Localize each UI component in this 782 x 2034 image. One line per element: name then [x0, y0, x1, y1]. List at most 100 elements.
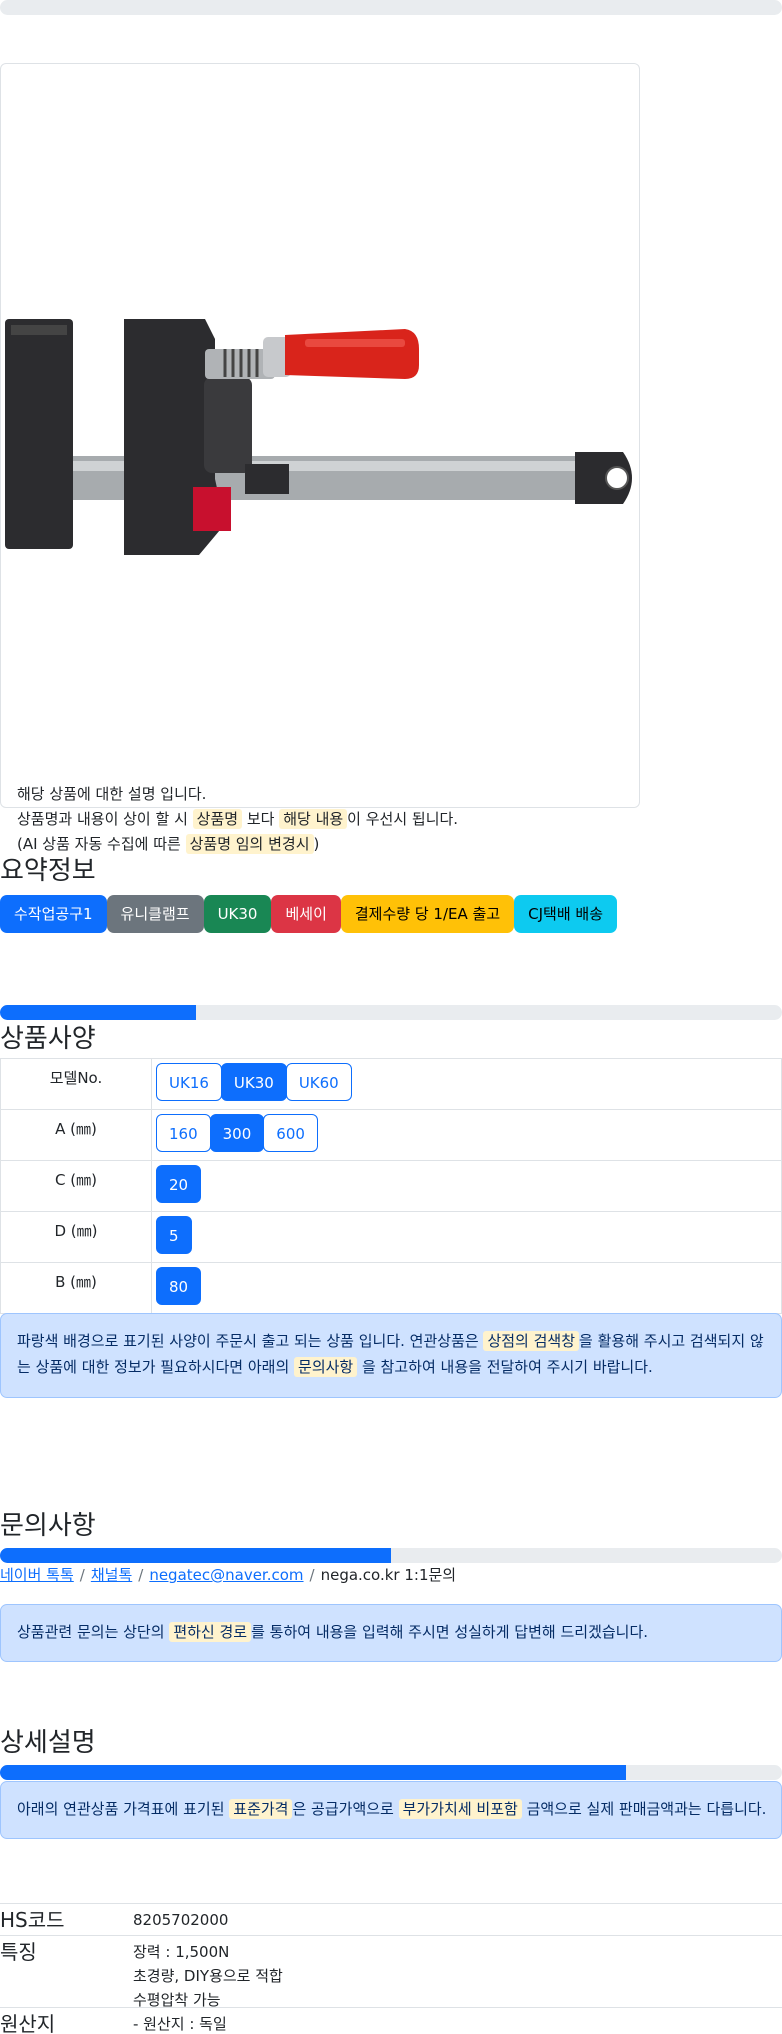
spec-option-group: 80 [156, 1267, 781, 1305]
email-link[interactable]: negatec@naver.com [149, 1566, 303, 1584]
spec-option-button[interactable]: 300 [209, 1114, 265, 1152]
spec-label: C (㎜) [0, 1160, 152, 1212]
detail-line: 초경량, DIY용으로 적합 [133, 1967, 283, 1985]
inquiry-progress-fill [0, 1548, 391, 1563]
spec-option-button[interactable]: UK16 [156, 1063, 222, 1101]
alert-text: 을 참고하여 내용을 전달하여 주시기 바랍니다. [357, 1358, 653, 1376]
spec-option-button[interactable]: 600 [263, 1114, 318, 1152]
spec-label: 모델No. [0, 1058, 152, 1110]
details-info-alert: 아래의 연관상품 가격표에 표기된 표준가격 은 공급가액으로 부가가치세 비포함… [0, 1781, 782, 1839]
specs-info-line-2: 는 상품에 대한 정보가 필요하시다면 아래의 문의사항 을 참고하여 내용을 … [17, 1356, 653, 1377]
clamp-handle [285, 329, 419, 379]
spec-row: C (㎜) 20 [0, 1160, 782, 1212]
product-card: 해당 상품에 대한 설명 입니다. 상품명과 내용이 상이 할 시 상품명 보다… [0, 63, 640, 854]
alert-highlight: 편하신 경로 [169, 1622, 252, 1642]
summary-badge: UK30 [203, 895, 272, 933]
detail-row: 특징 장력 : 1,500N 초경량, DIY용으로 적합 수평압착 가능 [0, 1935, 782, 2009]
detail-value: 장력 : 1,500N 초경량, DIY용으로 적합 수평압착 가능 [133, 1940, 283, 2012]
summary-badge: 결제수량 당 1/EA 출고 [340, 895, 515, 933]
spec-option-group: 20 [156, 1165, 781, 1203]
channel-talk-link[interactable]: 채널톡 [91, 1566, 132, 1584]
detail-value: - 원산지 : 독일- 영문명 : CLAMP [133, 2012, 251, 2034]
alert-text: 을 활용해 주시고 검색되지 않 [579, 1332, 764, 1350]
spec-option-group: UK16 UK30 UK60 [156, 1063, 781, 1101]
alert-text: 아래의 연관상품 가격표에 표기된 [17, 1800, 230, 1818]
spec-options: 20 [151, 1160, 782, 1212]
alert-highlight: 부가가치세 비포함 [398, 1799, 522, 1819]
detail-line: - 원산지 : 독일 [133, 2015, 227, 2033]
alert-text: 는 상품에 대한 정보가 필요하시다면 아래의 [17, 1358, 295, 1376]
notice-text: 보다 [242, 810, 280, 828]
spec-row: D (㎜) 5 [0, 1211, 782, 1263]
specs-info-alert: 파랑색 배경으로 표기된 사양이 주문시 출고 되는 상품 입니다. 연관상품은… [0, 1313, 782, 1398]
detail-row: 원산지 - 원산지 : 독일- 영문명 : CLAMP [0, 2007, 782, 2034]
inquiry-progress-bar [0, 1548, 782, 1563]
notice-highlight: 상품명 임의 변경시 [185, 834, 314, 854]
alert-text: 금액으로 실제 판매금액과는 다릅니다. [521, 1800, 767, 1818]
inquiry-info-alert: 상품관련 문의는 상단의 편하신 경로 를 통하여 내용을 입력해 주시면 성실하… [0, 1604, 782, 1662]
separator: / [79, 1566, 85, 1584]
details-progress-bar [0, 1765, 782, 1780]
brand-logo [193, 487, 231, 531]
spec-row: A (㎜) 160 300 600 [0, 1109, 782, 1161]
spec-label: B (㎜) [0, 1262, 152, 1314]
spec-row: 모델No. UK16 UK30 UK60 [0, 1058, 782, 1110]
detail-term: 특징 [0, 1940, 37, 1964]
alert-highlight: 표준가격 [229, 1799, 293, 1819]
detail-line: 8205702000 [133, 1911, 229, 1929]
details-info-line: 아래의 연관상품 가격표에 표기된 표준가격 은 공급가액으로 부가가치세 비포함… [17, 1798, 766, 1819]
detail-term: 원산지 [0, 2012, 56, 2034]
summary-badges: 수작업공구1 유니클램프 UK30 베세이 결제수량 당 1/EA 출고 CJ택배 배송 [0, 895, 617, 933]
spec-options: UK16 UK30 UK60 [151, 1058, 782, 1110]
spec-options: 160 300 600 [151, 1109, 782, 1161]
separator: / [138, 1566, 144, 1584]
top-progress-bar [0, 0, 782, 15]
detail-term: HS코드 [0, 1908, 65, 1932]
notice-text: 상품명과 내용이 상이 할 시 [17, 810, 193, 828]
spec-option-button[interactable]: UK30 [220, 1063, 287, 1101]
spec-option-button[interactable]: 160 [156, 1114, 211, 1152]
notice-line-1: 해당 상품에 대한 설명 입니다. [17, 785, 207, 803]
notice-highlight: 해당 내용 [279, 809, 348, 829]
separator: / [309, 1566, 315, 1584]
site-inquiry-text: nega.co.kr 1:1문의 [320, 1566, 457, 1584]
inquiry-info-line: 상품관련 문의는 상단의 편하신 경로 를 통하여 내용을 입력해 주시면 성실하… [17, 1621, 648, 1642]
alert-text: 은 공급가액으로 [292, 1800, 399, 1818]
spec-option-button[interactable]: 20 [156, 1165, 202, 1203]
inquiry-links: 네이버 톡톡 / 채널톡 / negatec@naver.com / nega.co.kr … [0, 1564, 456, 1585]
details-progress-fill [0, 1765, 626, 1780]
notice-highlight: 상품명 [192, 809, 243, 829]
detail-value: 8205702000 [133, 1908, 228, 1932]
specs-title: 상품사양 [0, 1024, 96, 1054]
spec-table: 모델No. UK16 UK30 UK60 A (㎜) 160 300 600 C (㎜) 20 D … [0, 1058, 782, 1314]
spec-label: D (㎜) [0, 1211, 152, 1263]
detail-row: HS코드 8205702000 [0, 1903, 782, 1935]
summary-badge: 베세이 [271, 895, 341, 933]
summary-badge: CJ택배 배송 [514, 895, 617, 933]
summary-badge: 수작업공구1 [0, 895, 107, 933]
spec-option-button[interactable]: 80 [156, 1267, 202, 1305]
top-progress-fill [0, 0, 782, 15]
specs-progress-bar [0, 1005, 782, 1020]
fixed-jaw [5, 319, 73, 549]
spec-options: 5 [151, 1211, 782, 1263]
alert-text: 상품관련 문의는 상단의 [17, 1623, 170, 1641]
notice-text: 이 우선시 됩니다. [347, 810, 459, 828]
inquiry-title: 문의사항 [0, 1511, 96, 1541]
summary-title: 요약정보 [0, 856, 96, 886]
details-title: 상세설명 [0, 1728, 96, 1758]
alert-highlight: 상점의 검색창 [483, 1331, 580, 1351]
summary-badge: 유니클램프 [106, 895, 204, 933]
spec-label: A (㎜) [0, 1109, 152, 1161]
naver-talk-link[interactable]: 네이버 톡톡 [0, 1566, 74, 1584]
spec-option-group: 5 [156, 1216, 781, 1254]
spec-option-button[interactable]: UK60 [285, 1063, 352, 1101]
notice-line-2: 상품명과 내용이 상이 할 시 상품명 보다 해당 내용 이 우선시 됩니다. [17, 807, 458, 831]
alert-text: 파랑색 배경으로 표기된 사양이 주문시 출고 되는 상품 입니다. 연관상품은 [17, 1332, 484, 1350]
specs-info-line-1: 파랑색 배경으로 표기된 사양이 주문시 출고 되는 상품 입니다. 연관상품은… [17, 1330, 764, 1351]
alert-text: 를 통하여 내용을 입력해 주시면 성실하게 답변해 드리겠습니다. [251, 1623, 649, 1641]
spec-options: 80 [151, 1262, 782, 1314]
spec-option-group: 160 300 600 [156, 1114, 781, 1152]
product-image [5, 319, 632, 555]
spec-option-button[interactable]: 5 [156, 1216, 192, 1254]
